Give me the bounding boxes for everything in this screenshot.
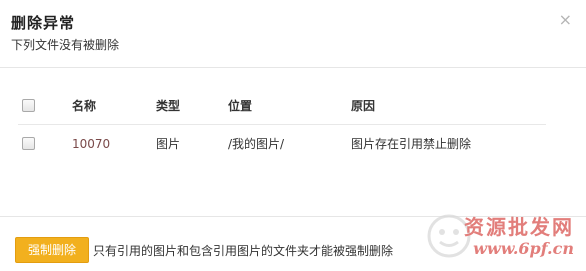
close-icon[interactable]: ×	[559, 12, 572, 28]
failure-reason: 图片存在引用禁止删除	[351, 137, 472, 151]
watermark-url: www.6pf.cn	[473, 239, 574, 258]
column-header-location: 位置	[228, 99, 253, 113]
column-header-name: 名称	[72, 99, 97, 113]
row-select-cell	[22, 125, 38, 163]
table-row: 10070 图片 /我的图片/ 图片存在引用禁止删除	[18, 125, 546, 163]
force-delete-button[interactable]: 强制删除	[15, 237, 89, 263]
column-header-type: 类型	[156, 99, 181, 113]
dialog-subtitle: 下列文件没有被删除	[11, 38, 120, 52]
file-type: 图片	[156, 137, 181, 151]
watermark: 资源批发网 www.6pf.cn	[422, 207, 582, 267]
dialog-header: 删除异常 下列文件没有被删除 ×	[0, 0, 586, 68]
failed-files-table: 名称 类型 位置 原因 10070 图片 /我的图片/ 图片存在引用禁止删除	[18, 87, 546, 163]
select-all-checkbox[interactable]	[22, 99, 35, 112]
column-header-reason: 原因	[351, 99, 376, 113]
dialog-title: 删除异常	[11, 14, 76, 32]
row-checkbox[interactable]	[22, 137, 35, 150]
watermark-text: 资源批发网	[464, 215, 574, 239]
force-delete-note: 只有引用的图片和包含引用图片的文件夹才能被强制删除	[93, 244, 394, 258]
delete-error-dialog: 删除异常 下列文件没有被删除 × 名称 类型 位置 原因 10070 图片 /我…	[0, 0, 586, 271]
file-name-link[interactable]: 10070	[72, 125, 110, 163]
file-location: /我的图片/	[228, 137, 285, 151]
dialog-footer: 强制删除 只有引用的图片和包含引用图片的文件夹才能被强制删除 资源批发网 www…	[0, 214, 586, 271]
select-all-cell	[22, 87, 38, 125]
table-header: 名称 类型 位置 原因	[18, 87, 546, 125]
